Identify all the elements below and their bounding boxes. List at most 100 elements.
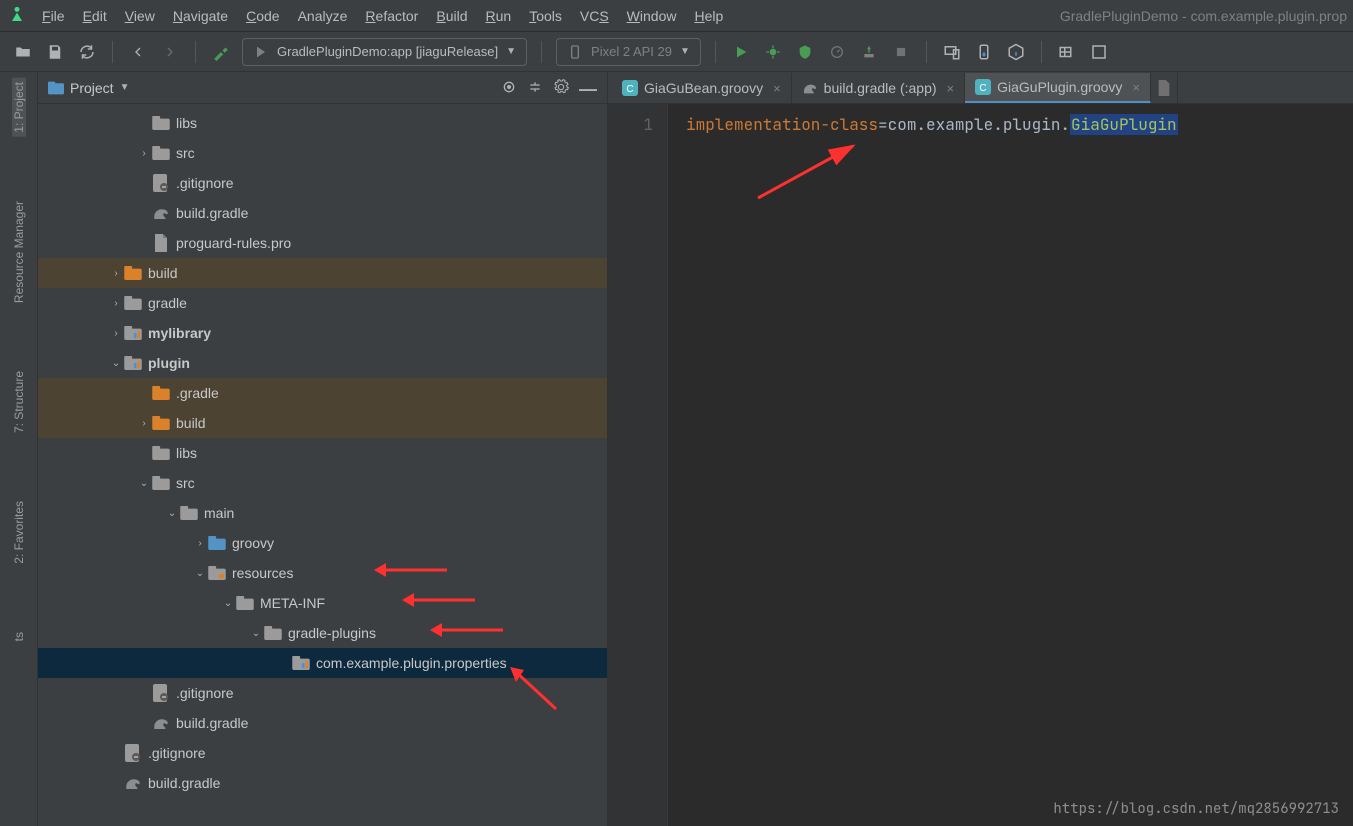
tree-node[interactable]: build.gradle [38,198,607,228]
menu-view[interactable]: View [125,8,155,24]
editor-area: CGiaGuBean.groovy×build.gradle (:app)×CG… [608,72,1353,826]
menu-file[interactable]: File [42,8,65,24]
chevron-down-icon[interactable]: ⌄ [136,478,152,489]
collapse-all-icon[interactable] [527,79,545,97]
sync-icon[interactable] [76,41,98,63]
chevron-down-icon[interactable]: ⌄ [192,568,208,579]
coverage-icon[interactable] [794,41,816,63]
menu-navigate[interactable]: Navigate [173,8,228,24]
tab-label: GiaGuBean.groovy [644,80,763,96]
menu-run[interactable]: Run [485,8,511,24]
chevron-right-icon[interactable]: › [108,298,124,309]
menu-vcs[interactable]: VCS [580,8,609,24]
tree-label: META-INF [260,595,325,611]
gitignore-icon [124,744,142,762]
menu-window[interactable]: Window [627,8,677,24]
prop-eq: = [878,114,888,135]
tree-node[interactable]: .gradle [38,378,607,408]
tree-node[interactable]: ⌄ META-INF [38,588,607,618]
editor-tab[interactable]: CGiaGuPlugin.groovy× [965,73,1151,103]
menu-build[interactable]: Build [436,8,467,24]
tree-node[interactable]: proguard-rules.pro [38,228,607,258]
tree-node[interactable]: .gitignore [38,168,607,198]
chevron-down-icon[interactable]: ⌄ [164,508,180,519]
tree-node[interactable]: libs [38,438,607,468]
tree-node[interactable]: ›build [38,408,607,438]
close-tab-icon[interactable]: × [1132,80,1140,95]
tree-node[interactable]: ›build [38,258,607,288]
tree-node[interactable]: ›src [38,138,607,168]
folder-orange-icon [152,414,170,432]
build-hammer-icon[interactable] [210,41,232,63]
apply-changes-icon[interactable] [858,41,880,63]
tree-node[interactable]: .gitignore [38,678,607,708]
settings-gear-icon[interactable] [553,79,571,97]
sdk-manager-icon[interactable] [973,41,995,63]
editor-tab[interactable]: CGiaGuBean.groovy× [612,73,792,103]
save-icon[interactable] [44,41,66,63]
editor-tabs: CGiaGuBean.groovy×build.gradle (:app)×CG… [608,72,1353,104]
tree-node[interactable]: › groovy [38,528,607,558]
chevron-right-icon[interactable]: › [192,538,208,549]
profile-icon[interactable] [826,41,848,63]
run-icon[interactable] [730,41,752,63]
tree-node[interactable]: ›mylibrary [38,318,607,348]
chevron-right-icon[interactable]: › [136,418,152,429]
sidebar-tab-7-structure[interactable]: 7: Structure [12,367,26,437]
forward-icon[interactable] [159,41,181,63]
tree-node[interactable]: ⌄main [38,498,607,528]
tree-node[interactable]: ⌄plugin [38,348,607,378]
avd-manager-icon[interactable] [941,41,963,63]
chevron-down-icon[interactable]: ⌄ [248,628,264,639]
folder-gray-icon [152,114,170,132]
layout-inspector-icon[interactable] [1056,41,1078,63]
debug-icon[interactable] [762,41,784,63]
close-tab-icon[interactable]: × [773,81,781,96]
code-editor[interactable]: 1 implementation-class=com.example.plugi… [608,104,1353,826]
select-opened-file-icon[interactable] [501,79,519,97]
tree-node[interactable]: build.gradle [38,768,607,798]
tree-node[interactable]: ›gradle [38,288,607,318]
tab-label: GiaGuPlugin.groovy [997,79,1122,95]
tree-label: .gradle [176,385,219,401]
folder-gray-icon [152,144,170,162]
window-title: GradlePluginDemo - com.example.plugin.pr… [1060,8,1347,24]
hide-icon[interactable]: — [579,79,597,97]
project-tree[interactable]: libs›src.gitignorebuild.gradleproguard-r… [38,104,607,826]
editor-tab[interactable]: build.gradle (:app)× [792,73,965,103]
chevron-right-icon[interactable]: › [108,268,124,279]
close-tab-icon[interactable]: × [947,81,955,96]
chevron-right-icon[interactable]: › [108,328,124,339]
resource-manager-icon[interactable] [1005,41,1027,63]
chevron-down-icon[interactable]: ▼ [120,82,130,93]
menu-refactor[interactable]: Refactor [365,8,418,24]
menu-analyze[interactable]: Analyze [298,8,348,24]
device-selector-combo[interactable]: Pixel 2 API 29 ▼ [556,38,701,66]
run-config-label: GradlePluginDemo:app [jiaguRelease] [277,44,498,59]
back-icon[interactable] [127,41,149,63]
menu-edit[interactable]: Edit [83,8,107,24]
tree-node[interactable]: ⌄src [38,468,607,498]
stop-icon[interactable] [890,41,912,63]
run-configuration-combo[interactable]: GradlePluginDemo:app [jiaguRelease] ▼ [242,38,527,66]
sidebar-tab-resource-manager[interactable]: Resource Manager [12,197,26,307]
chevron-down-icon[interactable]: ⌄ [220,598,236,609]
tabs-overflow-icon[interactable] [1151,73,1178,103]
tree-label: groovy [232,535,274,551]
sidebar-tab-ts[interactable]: ts [12,628,26,645]
sidebar-tab-2-favorites[interactable]: 2: Favorites [12,497,26,568]
sidebar-tab-1-project[interactable]: 1: Project [12,78,26,137]
search-everywhere-icon[interactable] [1088,41,1110,63]
tree-node[interactable]: ⌄resources [38,558,607,588]
tree-node[interactable]: libs [38,108,607,138]
tree-node[interactable]: .gitignore [38,738,607,768]
menu-help[interactable]: Help [694,8,723,24]
open-icon[interactable] [12,41,34,63]
chevron-down-icon[interactable]: ⌄ [108,358,124,369]
tree-node[interactable]: ⌄gradle-plugins [38,618,607,648]
menu-code[interactable]: Code [246,8,279,24]
tree-node[interactable]: com.example.plugin.properties [38,648,607,678]
menu-tools[interactable]: Tools [529,8,562,24]
tree-node[interactable]: build.gradle [38,708,607,738]
chevron-right-icon[interactable]: › [136,148,152,159]
